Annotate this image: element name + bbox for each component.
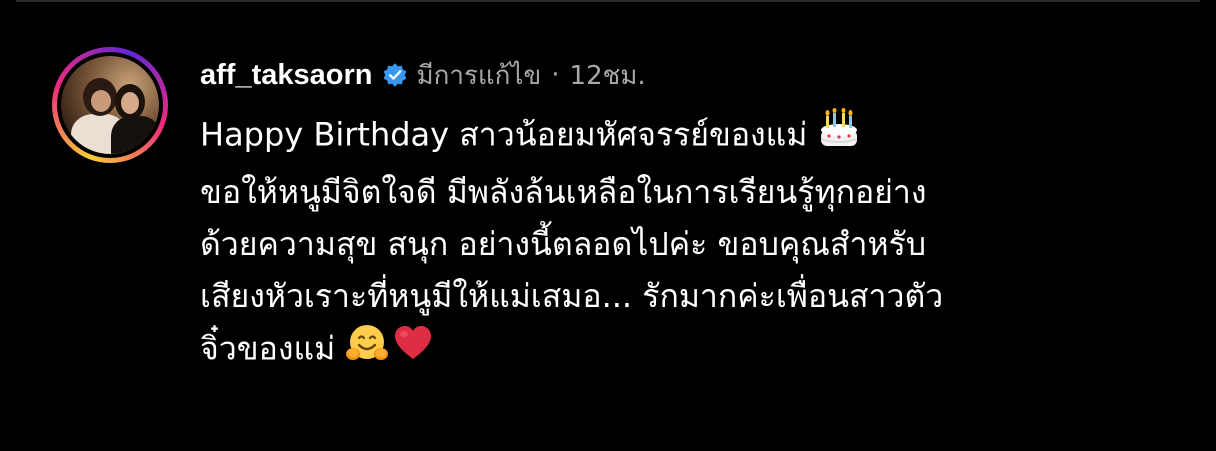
comment: aff_taksaorn มีการแก้ไข · 12ชม. Happy Bi… [200, 56, 1180, 374]
edited-label: มีการแก้ไข [416, 60, 542, 91]
avatar-photo [61, 56, 159, 154]
hugging-face-icon [345, 322, 389, 379]
birthday-cake-icon [817, 108, 861, 165]
red-heart-icon [393, 323, 433, 378]
avatar[interactable] [52, 47, 168, 163]
avatar-gap [57, 52, 163, 158]
verified-badge-icon [384, 63, 407, 87]
comment-line-3: ด้วยความสุข สนุก อย่างนี้ตลอดไปค่ะ ขอบคุ… [200, 225, 927, 263]
comment-line-1: Happy Birthday สาวน้อยมหัศจรรย์ของแม่ [200, 108, 1180, 160]
timestamp[interactable]: 12ชม. [570, 55, 646, 96]
comment-line-1-text: Happy Birthday สาวน้อยมหัศจรรย์ของแม่ [200, 115, 808, 154]
comment-line-5-text: จิ๋วของแม่ [200, 329, 336, 368]
comment-line-4: เสียงหัวเราะที่หนูมีให้แม่เสมอ... รักมาก… [200, 277, 944, 315]
meta-separator: · [551, 60, 560, 90]
comment-header: aff_taksaorn มีการแก้ไข · 12ชม. [200, 56, 1180, 94]
username-link[interactable]: aff_taksaorn [200, 59, 372, 92]
comment-line-2: ขอให้หนูมีจิตใจดี มีพลังล้นเหลือในการเรี… [200, 173, 927, 211]
comment-line-5: จิ๋วของแม่ [200, 322, 1180, 374]
comment-body: Happy Birthday สาวน้อยมหัศจรรย์ของแม่ ขอ… [200, 108, 1180, 374]
top-divider [16, 0, 1200, 2]
